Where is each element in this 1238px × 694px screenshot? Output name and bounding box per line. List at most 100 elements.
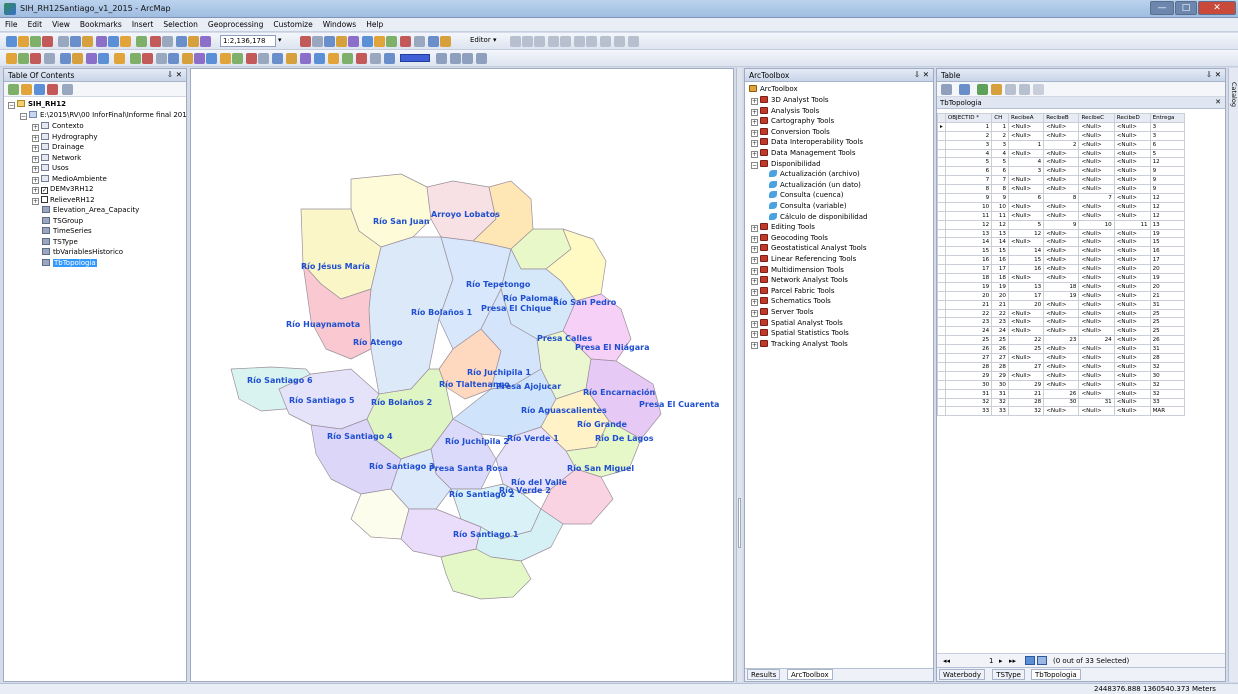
toolbar-tool-icon[interactable] — [60, 53, 71, 64]
clear-selection-icon[interactable] — [1005, 84, 1016, 95]
table-cell[interactable]: <Null> — [1043, 201, 1080, 212]
table-cell[interactable]: <Null> — [1113, 353, 1151, 363]
table-cell[interactable]: 4 — [991, 148, 1009, 159]
table-cell[interactable]: <Null> — [1043, 157, 1080, 168]
row-selector[interactable] — [937, 148, 946, 159]
table-cell[interactable]: 15 — [991, 246, 1009, 257]
table-cell[interactable]: <Null> — [1113, 130, 1151, 141]
column-header[interactable]: Entrega — [1149, 113, 1186, 123]
list-by-drawing-order-icon[interactable] — [8, 84, 19, 95]
table-cell[interactable]: 6 — [991, 166, 1009, 177]
toc-group-layer[interactable]: + Network — [32, 153, 81, 163]
toc-group-layer[interactable]: + Contexto — [32, 122, 84, 131]
toolbox-item[interactable]: + Editing Tools — [751, 222, 815, 233]
toolbar-tool-icon[interactable] — [188, 36, 199, 47]
toolbar-tool-icon[interactable] — [600, 36, 611, 47]
table-cell[interactable]: 2 — [991, 130, 1009, 141]
toolbar-tool-icon[interactable] — [120, 36, 131, 47]
toolbar-tool-icon[interactable] — [108, 36, 119, 47]
table-cell[interactable]: 17 — [1007, 290, 1045, 301]
table-cell[interactable]: 24 — [944, 326, 993, 337]
toc-source-folder[interactable]: − E:\2015\RV\00 InforFinal\Informe final … — [20, 111, 187, 120]
table-cell[interactable]: 15 — [1007, 255, 1045, 266]
toolbar-tool-icon[interactable] — [96, 36, 107, 47]
toolbar-tool-icon[interactable] — [312, 36, 323, 47]
toolbar-tool-icon[interactable] — [246, 53, 257, 64]
show-selected-records-icon[interactable] — [1037, 656, 1047, 665]
toolbar-tool-icon[interactable] — [510, 36, 521, 47]
table-cell[interactable]: <Null> — [1113, 397, 1151, 408]
table-cell[interactable]: 12 — [1149, 157, 1186, 168]
toolbox-item[interactable]: + Data Interoperability Tools — [751, 137, 863, 148]
toolbar-tool-icon[interactable] — [428, 36, 439, 47]
toolbar-tool-icon[interactable] — [18, 36, 29, 47]
toolbar-tool-icon[interactable] — [436, 53, 447, 64]
first-record-button[interactable]: ◂◂ — [943, 657, 950, 665]
toolbar-tool-icon[interactable] — [58, 36, 69, 47]
table-cell[interactable]: 9 — [1149, 184, 1186, 195]
table-row[interactable]: 2 2 <Null> <Null> <Null> <Null> 3 — [937, 130, 1186, 141]
table-cell[interactable]: 4 — [944, 148, 993, 159]
table-row[interactable]: 30 30 29 <Null> <Null> <Null> 32 — [937, 379, 1186, 390]
table-cell[interactable]: <Null> — [1043, 184, 1080, 195]
table-row[interactable]: 17 17 16 <Null> <Null> <Null> 20 — [937, 264, 1186, 275]
toolbox-item[interactable]: + Cartography Tools — [751, 116, 834, 127]
toolbox-item[interactable]: + Geostatistical Analyst Tools — [751, 243, 867, 254]
table-cell[interactable]: 3 — [1007, 166, 1045, 177]
arctoolbox-tab[interactable]: ArcToolbox — [787, 669, 833, 680]
toc-standalone-table[interactable]: TimeSeries — [42, 227, 92, 236]
table-row[interactable]: 33 33 32 <Null> <Null> <Null> MAR — [937, 406, 1186, 417]
toolbar-tool-icon[interactable] — [168, 53, 179, 64]
table-cell[interactable]: <Null> — [1007, 175, 1045, 186]
row-selector[interactable] — [937, 219, 946, 230]
select-by-attributes-icon[interactable] — [977, 84, 988, 95]
toolbox-item[interactable]: + Geocoding Tools — [751, 233, 828, 243]
table-cell[interactable]: 31 — [944, 388, 993, 399]
table-cell[interactable]: <Null> — [1078, 228, 1115, 239]
table-cell[interactable]: 27 — [1007, 361, 1045, 372]
table-cell[interactable]: 12 — [991, 219, 1009, 230]
table-cell[interactable]: <Null> — [1078, 237, 1115, 248]
table-cell[interactable]: 17 — [991, 264, 1009, 275]
list-by-visibility-icon[interactable] — [34, 84, 45, 95]
table-cell[interactable]: 25 — [1149, 308, 1186, 319]
toolbar-tool-icon[interactable] — [476, 53, 487, 64]
table-cell[interactable]: 20 — [1149, 281, 1186, 292]
toolbox-item[interactable]: + Conversion Tools — [751, 127, 830, 137]
table-cell[interactable]: <Null> — [1078, 317, 1115, 328]
table-cell[interactable]: <Null> — [1113, 281, 1151, 292]
table-cell[interactable]: 1 — [944, 121, 993, 132]
toolbar-tool-icon[interactable] — [98, 53, 109, 64]
table-cell[interactable]: 27 — [944, 353, 993, 363]
catalog-label[interactable]: Catalog — [1230, 82, 1238, 107]
toolbar-tool-icon[interactable] — [450, 53, 461, 64]
table-cell[interactable]: 31 — [991, 388, 1009, 399]
toolbar-tool-icon[interactable] — [258, 53, 269, 64]
table-cell[interactable]: <Null> — [1043, 361, 1080, 372]
table-cell[interactable]: 16 — [1007, 264, 1045, 275]
options-icon[interactable] — [62, 84, 73, 95]
table-cell[interactable]: 31 — [1149, 299, 1186, 310]
table-cell[interactable]: 26 — [944, 344, 993, 355]
menu-view[interactable]: View — [47, 18, 75, 31]
show-all-records-icon[interactable] — [1025, 656, 1035, 665]
table-cell[interactable]: 16 — [944, 255, 993, 266]
table-cell[interactable]: <Null> — [1113, 370, 1151, 381]
table-cell[interactable]: <Null> — [1078, 121, 1115, 132]
toolbar-tool-icon[interactable] — [628, 36, 639, 47]
color-swatch[interactable] — [400, 54, 430, 62]
toc-root[interactable]: − SIH_RH12 — [8, 100, 66, 109]
table-cell[interactable]: <Null> — [1043, 273, 1080, 283]
table-cell[interactable]: <Null> — [1113, 299, 1151, 310]
table-cell[interactable]: 17 — [944, 264, 993, 275]
table-cell[interactable]: <Null> — [1078, 130, 1115, 141]
switch-selection-icon[interactable] — [991, 84, 1002, 95]
toc-group-layer[interactable]: + Usos — [32, 164, 69, 173]
table-cell[interactable]: <Null> — [1043, 237, 1080, 248]
table-cell[interactable]: 11 — [1113, 219, 1151, 230]
table-cell[interactable]: 28 — [991, 361, 1009, 372]
table-row[interactable]: 25 25 22 23 24 <Null> 26 — [937, 335, 1186, 346]
toolbox-item[interactable]: + Network Analyst Tools — [751, 275, 848, 286]
table-cell[interactable]: 1 — [1007, 139, 1045, 150]
table-close-icon[interactable]: ⇩ ✕ — [1206, 70, 1221, 79]
